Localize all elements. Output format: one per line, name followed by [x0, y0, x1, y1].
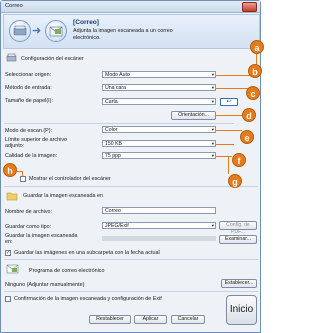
- cancel-button[interactable]: Cancelar: [171, 315, 205, 324]
- callout-badge-d: d: [242, 108, 256, 122]
- paper-size-dropdown[interactable]: Carta ▾: [102, 98, 216, 105]
- header-description-2: electrónico.: [73, 35, 101, 41]
- apply-button[interactable]: Aplicar: [134, 315, 167, 324]
- source-dropdown[interactable]: Modo Auto ▾: [102, 71, 216, 78]
- input-method-label: Método de entrada:: [5, 85, 52, 91]
- title-bar: Correo ✓: [1, 1, 260, 13]
- callout-line: [216, 156, 232, 158]
- start-button[interactable]: Inicio: [226, 295, 257, 325]
- image-quality-dropdown[interactable]: 75 ppp ▾: [102, 152, 216, 159]
- subfolder-checkbox[interactable]: ✓: [5, 250, 11, 256]
- divider: [4, 186, 258, 187]
- paper-size-label: Tamaño de papel(I):: [5, 98, 53, 104]
- header-panel: ➜ [Correo] Adjunta la imagen escaneada a…: [3, 14, 260, 49]
- show-driver-checkbox[interactable]: [20, 176, 26, 182]
- image-quality-value: 75 ppp: [105, 153, 121, 159]
- scanner-icon: [9, 20, 31, 42]
- chevron-down-icon: ▾: [211, 223, 214, 228]
- save-path-field[interactable]: [102, 236, 216, 241]
- reset-button[interactable]: Restablecer: [89, 315, 131, 324]
- callout-badge-f: f: [232, 153, 246, 167]
- header-description-1: Adjunta la imagen escaneada a un correo: [73, 28, 173, 34]
- chevron-down-icon: ▾: [211, 72, 214, 77]
- chevron-down-icon: ▾: [211, 127, 214, 132]
- divider: [4, 259, 258, 260]
- confirm-checkbox[interactable]: [5, 296, 11, 302]
- paper-size-value: Carta: [105, 99, 118, 105]
- scanner-section-title: Configuración del escáner: [21, 56, 84, 62]
- source-value: Modo Auto: [105, 72, 130, 78]
- filename-input[interactable]: Correo: [102, 207, 216, 214]
- pdf-config-button[interactable]: Config. de PDF...: [219, 221, 257, 235]
- mail-program-icon: [6, 264, 19, 274]
- save-type-label: Guardar como tipo:: [5, 224, 52, 230]
- email-icon: [45, 20, 67, 42]
- close-button[interactable]: ✓: [242, 2, 257, 12]
- callout-line: [216, 75, 251, 77]
- folder-icon: [6, 190, 18, 202]
- callout-line: [228, 156, 230, 174]
- attachment-limit-value: 150 KB: [105, 141, 123, 147]
- input-method-dropdown[interactable]: Una cara ▾: [102, 84, 216, 91]
- callout-badge-e: e: [240, 130, 254, 144]
- attachment-limit-label-2: adjunto:: [5, 143, 25, 149]
- callout-line: [216, 115, 244, 117]
- browse-button[interactable]: Examinar...: [219, 235, 257, 244]
- scan-mode-label: Modo de escan.(P):: [5, 128, 53, 134]
- save-section-title: Guardar la imagen escaneada en: [23, 193, 104, 199]
- chevron-down-icon: ▾: [211, 141, 214, 146]
- callout-badge-g: g: [228, 174, 242, 188]
- mail-program-value: Ninguno (Adjuntar manualmente): [5, 282, 85, 288]
- filename-label: Nombre de archivo:: [5, 209, 53, 215]
- save-type-value: JPEG/Exif: [105, 223, 129, 229]
- callout-line: [216, 130, 242, 132]
- window-title: Correo: [5, 3, 23, 9]
- attachment-limit-dropdown[interactable]: 150 KB ▾: [102, 140, 216, 147]
- arrow-icon: ➜: [32, 25, 42, 37]
- scanner-settings-icon: [6, 52, 17, 63]
- callout-line: [22, 171, 24, 176]
- save-type-dropdown[interactable]: JPEG/Exif ▾: [102, 222, 216, 229]
- callout-badge-a: a: [250, 40, 264, 54]
- callout-badge-h: h: [3, 163, 17, 177]
- chevron-down-icon: ▾: [211, 99, 214, 104]
- subfolder-label: Guardar las imágenes en una subcarpeta c…: [14, 250, 160, 256]
- divider: [4, 123, 234, 124]
- scan-mode-value: Color: [105, 127, 118, 133]
- orientation-button[interactable]: Orientación...: [171, 111, 216, 120]
- divider: [4, 291, 258, 292]
- paper-size-return-icon: ↩: [220, 98, 238, 106]
- save-path-label-2: en:: [5, 239, 13, 245]
- input-method-value: Una cara: [105, 85, 127, 91]
- header-title: [Correo]: [73, 19, 100, 26]
- show-driver-label: Mostrar el controlador del escáner: [29, 176, 111, 182]
- confirm-label: Confirmación de la imagen escaneada y co…: [14, 296, 162, 302]
- source-label: Seleccionar origen:: [5, 72, 52, 78]
- scan-mode-dropdown[interactable]: Color ▾: [102, 126, 216, 133]
- mail-settings-button[interactable]: Establecer...: [221, 279, 257, 288]
- callout-badge-c: c: [246, 86, 260, 100]
- callout-line: [216, 88, 250, 90]
- chevron-down-icon: ▾: [211, 85, 214, 90]
- callout-line: [216, 144, 234, 146]
- mail-section-title: Programa de correo electrónico: [29, 268, 105, 274]
- image-quality-label: Calidad de la imagen:: [5, 153, 58, 159]
- save-path-label-1: Guardar la imagen escaneada: [5, 233, 78, 239]
- callout-badge-b: b: [248, 64, 262, 78]
- chevron-down-icon: ▾: [211, 153, 214, 158]
